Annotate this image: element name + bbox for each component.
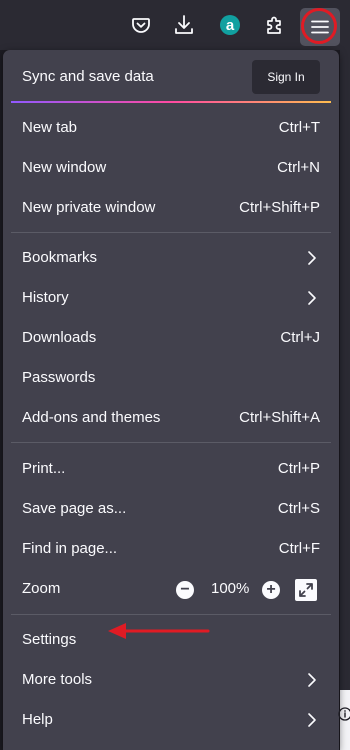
page-background <box>340 50 350 750</box>
menu-item-shortcut: Ctrl+Shift+A <box>239 409 320 426</box>
sync-row: Sync and save data Sign In <box>3 58 339 98</box>
menu-item-shortcut: Ctrl+F <box>278 540 320 557</box>
menu-item-label: New tab <box>22 119 78 136</box>
menu-item-label: Help <box>22 711 53 728</box>
menu-item-label: Print... <box>22 460 66 477</box>
chevron-right-icon <box>307 712 317 732</box>
menu-item-shortcut: Ctrl+Shift+P <box>239 199 320 216</box>
browser-toolbar: a <box>0 0 350 50</box>
menu-item-label: Zoom <box>22 580 61 597</box>
menu-item-label: Downloads <box>22 329 97 346</box>
menu-item-label: Find in page... <box>22 540 118 557</box>
annotation-arrow-icon <box>108 623 210 639</box>
extension-a-letter: a <box>226 17 235 34</box>
menu-separator <box>11 232 331 233</box>
menu-item-history[interactable]: History <box>3 280 339 316</box>
app-menu-panel: Sync and save data Sign In New tab Ctrl+… <box>3 50 339 750</box>
menu-item-shortcut: Ctrl+P <box>277 460 320 477</box>
chevron-right-icon <box>307 250 317 270</box>
pocket-icon[interactable] <box>126 9 156 41</box>
menu-item-label: New private window <box>22 199 156 216</box>
menu-item-label: Add-ons and themes <box>22 409 161 426</box>
menu-item-label: More tools <box>22 671 93 688</box>
menu-item-label: New window <box>22 159 107 176</box>
extensions-puzzle-icon[interactable] <box>260 9 290 41</box>
zoom-out-button[interactable]: − <box>176 581 194 599</box>
menu-item-shortcut: Ctrl+S <box>277 500 320 517</box>
menu-item-label: Passwords <box>22 369 96 386</box>
chevron-right-icon <box>307 290 317 310</box>
menu-item-label: History <box>22 289 69 306</box>
menu-item-zoom: Zoom − 100% + <box>3 571 339 607</box>
menu-item-downloads[interactable]: Downloads Ctrl+J <box>3 320 339 356</box>
menu-item-label: Bookmarks <box>22 249 98 266</box>
menu-item-add-ons-and-themes[interactable]: Add-ons and themes Ctrl+Shift+A <box>3 400 339 436</box>
hamburger-menu-icon[interactable] <box>300 8 340 46</box>
menu-item-help[interactable]: Help <box>3 702 339 738</box>
menu-item-more-tools[interactable]: More tools <box>3 662 339 698</box>
menu-item-new-window[interactable]: New window Ctrl+N <box>3 150 339 186</box>
menu-item-new-tab[interactable]: New tab Ctrl+T <box>3 110 339 146</box>
chevron-right-icon <box>307 672 317 692</box>
menu-separator <box>11 442 331 443</box>
menu-item-print[interactable]: Print... Ctrl+P <box>3 451 339 487</box>
menu-item-shortcut: Ctrl+T <box>278 119 320 136</box>
menu-item-passwords[interactable]: Passwords <box>3 360 339 396</box>
fullscreen-icon[interactable] <box>295 579 317 601</box>
zoom-reset-button[interactable]: 100% <box>211 580 249 597</box>
menu-item-new-private-window[interactable]: New private window Ctrl+Shift+P <box>3 190 339 226</box>
menu-separator <box>11 614 331 615</box>
menu-item-save-page-as[interactable]: Save page as... Ctrl+S <box>3 491 339 527</box>
menu-item-shortcut: Ctrl+N <box>277 159 320 176</box>
zoom-in-button[interactable]: + <box>262 581 280 599</box>
accent-divider <box>11 101 331 103</box>
menu-item-label: Settings <box>22 631 77 648</box>
download-icon[interactable] <box>169 9 199 41</box>
sign-in-button[interactable]: Sign In <box>252 60 320 94</box>
menu-item-shortcut: Ctrl+J <box>280 329 320 346</box>
extension-a-icon[interactable]: a <box>215 9 245 41</box>
menu-item-find-in-page[interactable]: Find in page... Ctrl+F <box>3 531 339 567</box>
menu-item-bookmarks[interactable]: Bookmarks <box>3 240 339 276</box>
page-info-icon <box>338 707 350 721</box>
sync-title: Sync and save data <box>22 68 154 85</box>
menu-item-label: Save page as... <box>22 500 127 517</box>
